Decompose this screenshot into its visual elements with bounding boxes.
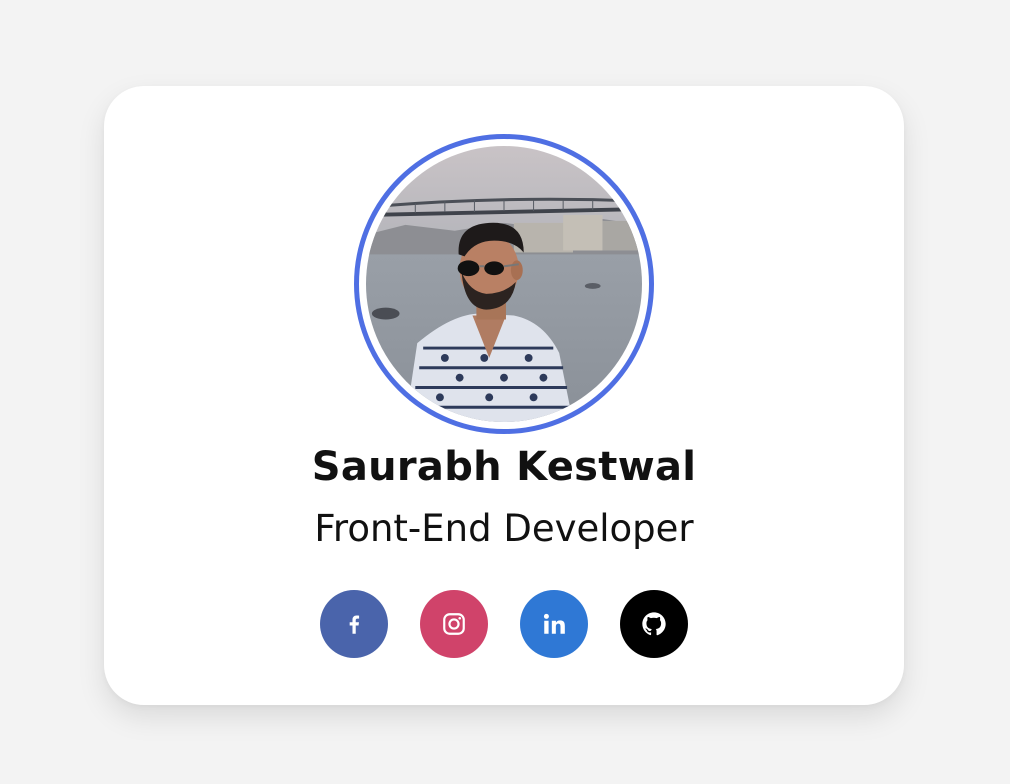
profile-role: Front-End Developer: [314, 507, 694, 550]
facebook-icon: [349, 615, 360, 634]
instagram-icon: [443, 613, 465, 635]
github-icon: [642, 612, 666, 636]
avatar: [366, 146, 642, 422]
profile-name: Saurabh Kestwal: [311, 444, 697, 490]
linkedin-icon: [543, 613, 565, 634]
avatar-ring: [354, 134, 654, 434]
github-button[interactable]: [620, 590, 688, 658]
instagram-button[interactable]: [420, 590, 488, 658]
facebook-button[interactable]: [320, 590, 388, 658]
social-links: [320, 590, 688, 658]
profile-card: Saurabh Kestwal Front-End Developer: [104, 86, 904, 705]
linkedin-button[interactable]: [520, 590, 588, 658]
